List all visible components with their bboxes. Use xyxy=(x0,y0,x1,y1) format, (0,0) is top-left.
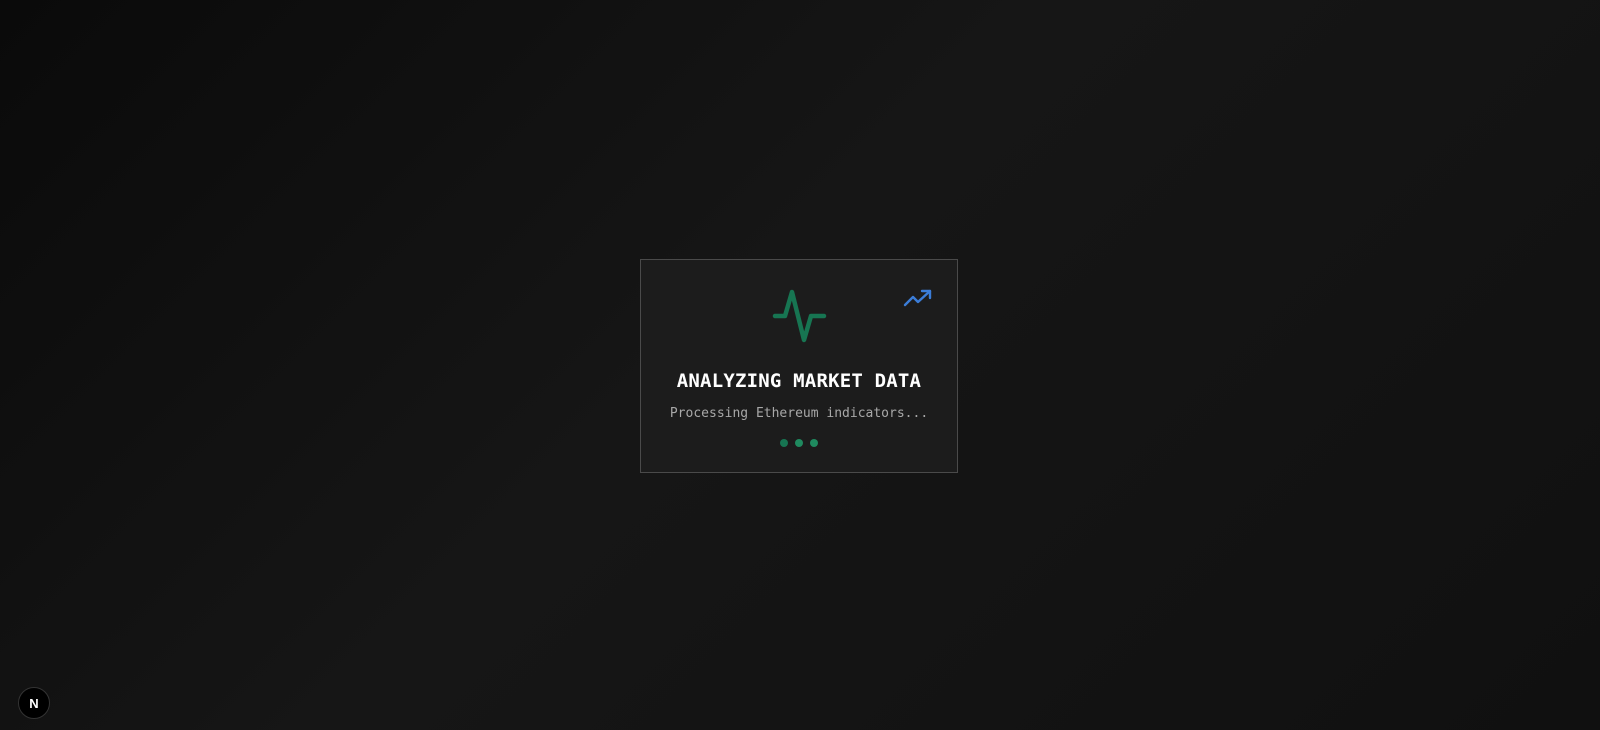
nextjs-dev-badge[interactable]: N xyxy=(18,687,50,719)
loading-dot xyxy=(780,439,788,447)
activity-pulse-icon xyxy=(772,289,827,343)
loading-dot xyxy=(795,439,803,447)
loading-subtitle: Processing Ethereum indicators... xyxy=(669,406,929,421)
loading-card: ANALYZING MARKET DATA Processing Ethereu… xyxy=(640,259,958,473)
nextjs-logo-icon: N xyxy=(29,695,39,711)
loading-dots xyxy=(641,439,957,447)
loading-title: ANALYZING MARKET DATA xyxy=(676,370,922,392)
loading-dot xyxy=(810,439,818,447)
trending-up-icon xyxy=(903,289,932,307)
